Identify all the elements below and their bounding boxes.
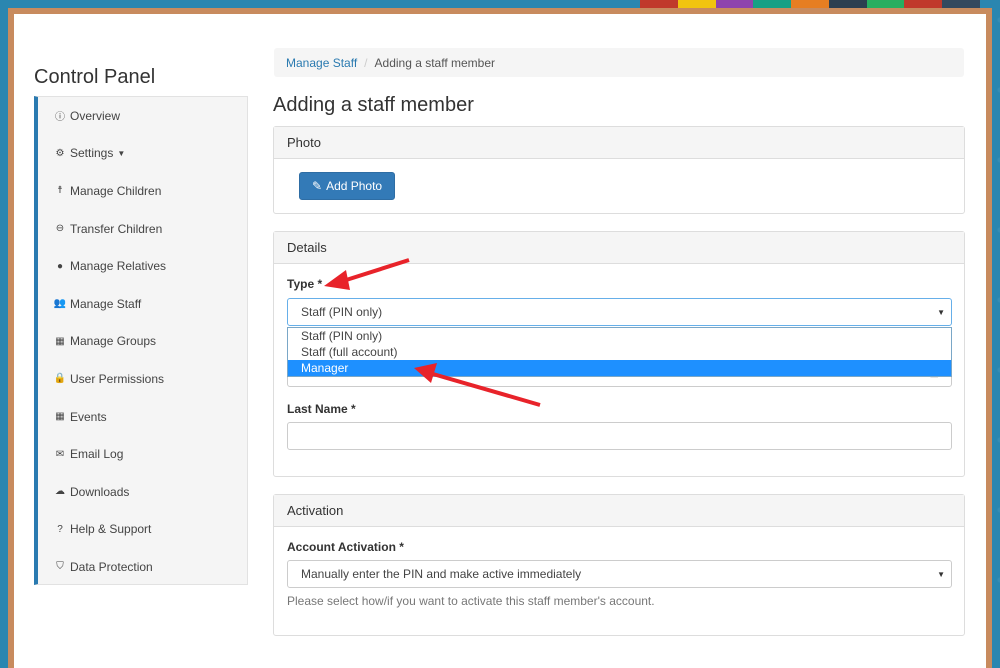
sidebar-item-label: Manage Staff — [70, 296, 142, 311]
page-content: Control Panel ⓘ Overview ⚙ Settings ▼ ☨ Mana… — [14, 14, 986, 668]
last-name-label: Last Name * — [287, 402, 356, 416]
type-option-selected[interactable]: Manager — [288, 360, 951, 376]
add-photo-label: Add Photo — [326, 179, 383, 193]
question-icon: ? — [57, 523, 63, 535]
last-name-input[interactable] — [287, 422, 952, 450]
sidebar-item-label: Settings — [70, 146, 114, 161]
sidebar-item-label: Events — [70, 409, 107, 424]
sidebar-item-label: Manage Relatives — [70, 259, 167, 274]
caret-down-icon: ▼ — [117, 148, 126, 158]
grid-icon: ▦ — [55, 335, 65, 347]
type-dropdown-list: Staff (PIN only) Staff (full account) Ma… — [287, 327, 952, 377]
account-activation-value: Manually enter the PIN and make active i… — [301, 567, 582, 581]
page-frame: Control Panel ⓘ Overview ⚙ Settings ▼ ☨ Mana… — [8, 8, 992, 668]
add-photo-button[interactable]: ✎ Add Photo — [299, 172, 396, 200]
sidebar-item-label: Overview — [70, 108, 121, 123]
sidebar-item-downloads[interactable]: ☁ Downloads — [38, 473, 247, 511]
cloud-download-icon: ☁ — [55, 486, 65, 498]
photo-panel: Photo ✎ Add Photo — [273, 126, 965, 214]
transfer-icon: ⊖ — [55, 223, 65, 235]
type-select-value: Staff (PIN only) — [301, 305, 383, 319]
sidebar-item-events[interactable]: ▦ Events — [38, 398, 247, 436]
sidebar-item-settings[interactable]: ⚙ Settings ▼ — [38, 135, 247, 173]
activation-help-text: Please select how/if you want to activat… — [287, 594, 655, 608]
details-panel-heading: Details — [274, 232, 964, 264]
details-panel: Details Type * Staff (PIN only) ▼ ▤ Staf… — [273, 231, 965, 477]
top-decoration-strip — [640, 0, 981, 8]
account-activation-label: Account Activation * — [287, 540, 404, 554]
user-icon: ● — [56, 260, 64, 272]
sidebar-item-manage-staff[interactable]: 👥 Manage Staff — [38, 285, 247, 323]
sidebar-item-manage-children[interactable]: ☨ Manage Children — [38, 172, 247, 210]
activation-panel: Activation Account Activation * Manually… — [273, 494, 965, 636]
type-label: Type * — [287, 277, 323, 291]
type-option[interactable]: Staff (PIN only) — [288, 328, 951, 344]
breadcrumb-separator: / — [364, 55, 368, 70]
sidebar-item-data-protection[interactable]: ⛉ Data Protection — [38, 548, 247, 586]
photo-panel-heading: Photo — [274, 127, 964, 159]
sidebar-item-help-support[interactable]: ? Help & Support — [38, 511, 247, 549]
sidebar-item-label: Transfer Children — [70, 221, 163, 236]
page-title: Adding a staff member — [273, 94, 474, 116]
sidebar-item-label: Downloads — [70, 484, 130, 499]
sidebar-item-email-log[interactable]: ✉ Email Log — [38, 435, 247, 473]
lock-icon: 🔒 — [53, 373, 67, 385]
sidebar-item-user-permissions[interactable]: 🔒 User Permissions — [38, 360, 247, 398]
breadcrumb-current: Adding a staff member — [374, 55, 496, 70]
sidebar-item-manage-relatives[interactable]: ● Manage Relatives — [38, 247, 247, 285]
sidebar-item-transfer-children[interactable]: ⊖ Transfer Children — [38, 210, 247, 248]
sidebar-item-label: Help & Support — [70, 522, 152, 537]
sidebar-item-label: Manage Children — [70, 183, 162, 198]
activation-panel-heading: Activation — [274, 495, 964, 527]
account-activation-select[interactable]: Manually enter the PIN and make active i… — [287, 560, 952, 588]
type-select[interactable]: Staff (PIN only) ▼ — [287, 298, 952, 326]
calendar-icon: ▦ — [55, 411, 65, 423]
sidebar-item-label: Email Log — [70, 447, 124, 462]
shield-icon: ⛉ — [56, 561, 64, 573]
breadcrumb-link-manage-staff[interactable]: Manage Staff — [286, 56, 357, 70]
info-icon: ⓘ — [55, 112, 65, 124]
sidebar-item-label: Data Protection — [70, 559, 153, 574]
type-option[interactable]: Staff (full account) — [288, 344, 951, 360]
select-arrow-icon: ▼ — [937, 569, 945, 579]
breadcrumb: Manage Staff / Adding a staff member — [274, 48, 964, 77]
control-panel-title: Control Panel — [34, 66, 156, 88]
sidebar-item-manage-groups[interactable]: ▦ Manage Groups — [38, 323, 247, 361]
pencil-icon: ✎ — [312, 179, 323, 193]
users-icon: 👥 — [53, 298, 67, 310]
sidebar-nav: ⓘ Overview ⚙ Settings ▼ ☨ Manage Children ⊖ T… — [34, 96, 248, 585]
sidebar-item-overview[interactable]: ⓘ Overview — [38, 97, 247, 135]
sidebar-item-label: User Permissions — [70, 371, 165, 386]
child-icon: ☨ — [57, 185, 63, 197]
envelope-icon: ✉ — [55, 448, 65, 460]
sidebar-item-label: Manage Groups — [70, 334, 157, 349]
select-arrow-icon: ▼ — [937, 307, 945, 317]
gear-icon: ⚙ — [55, 147, 65, 159]
